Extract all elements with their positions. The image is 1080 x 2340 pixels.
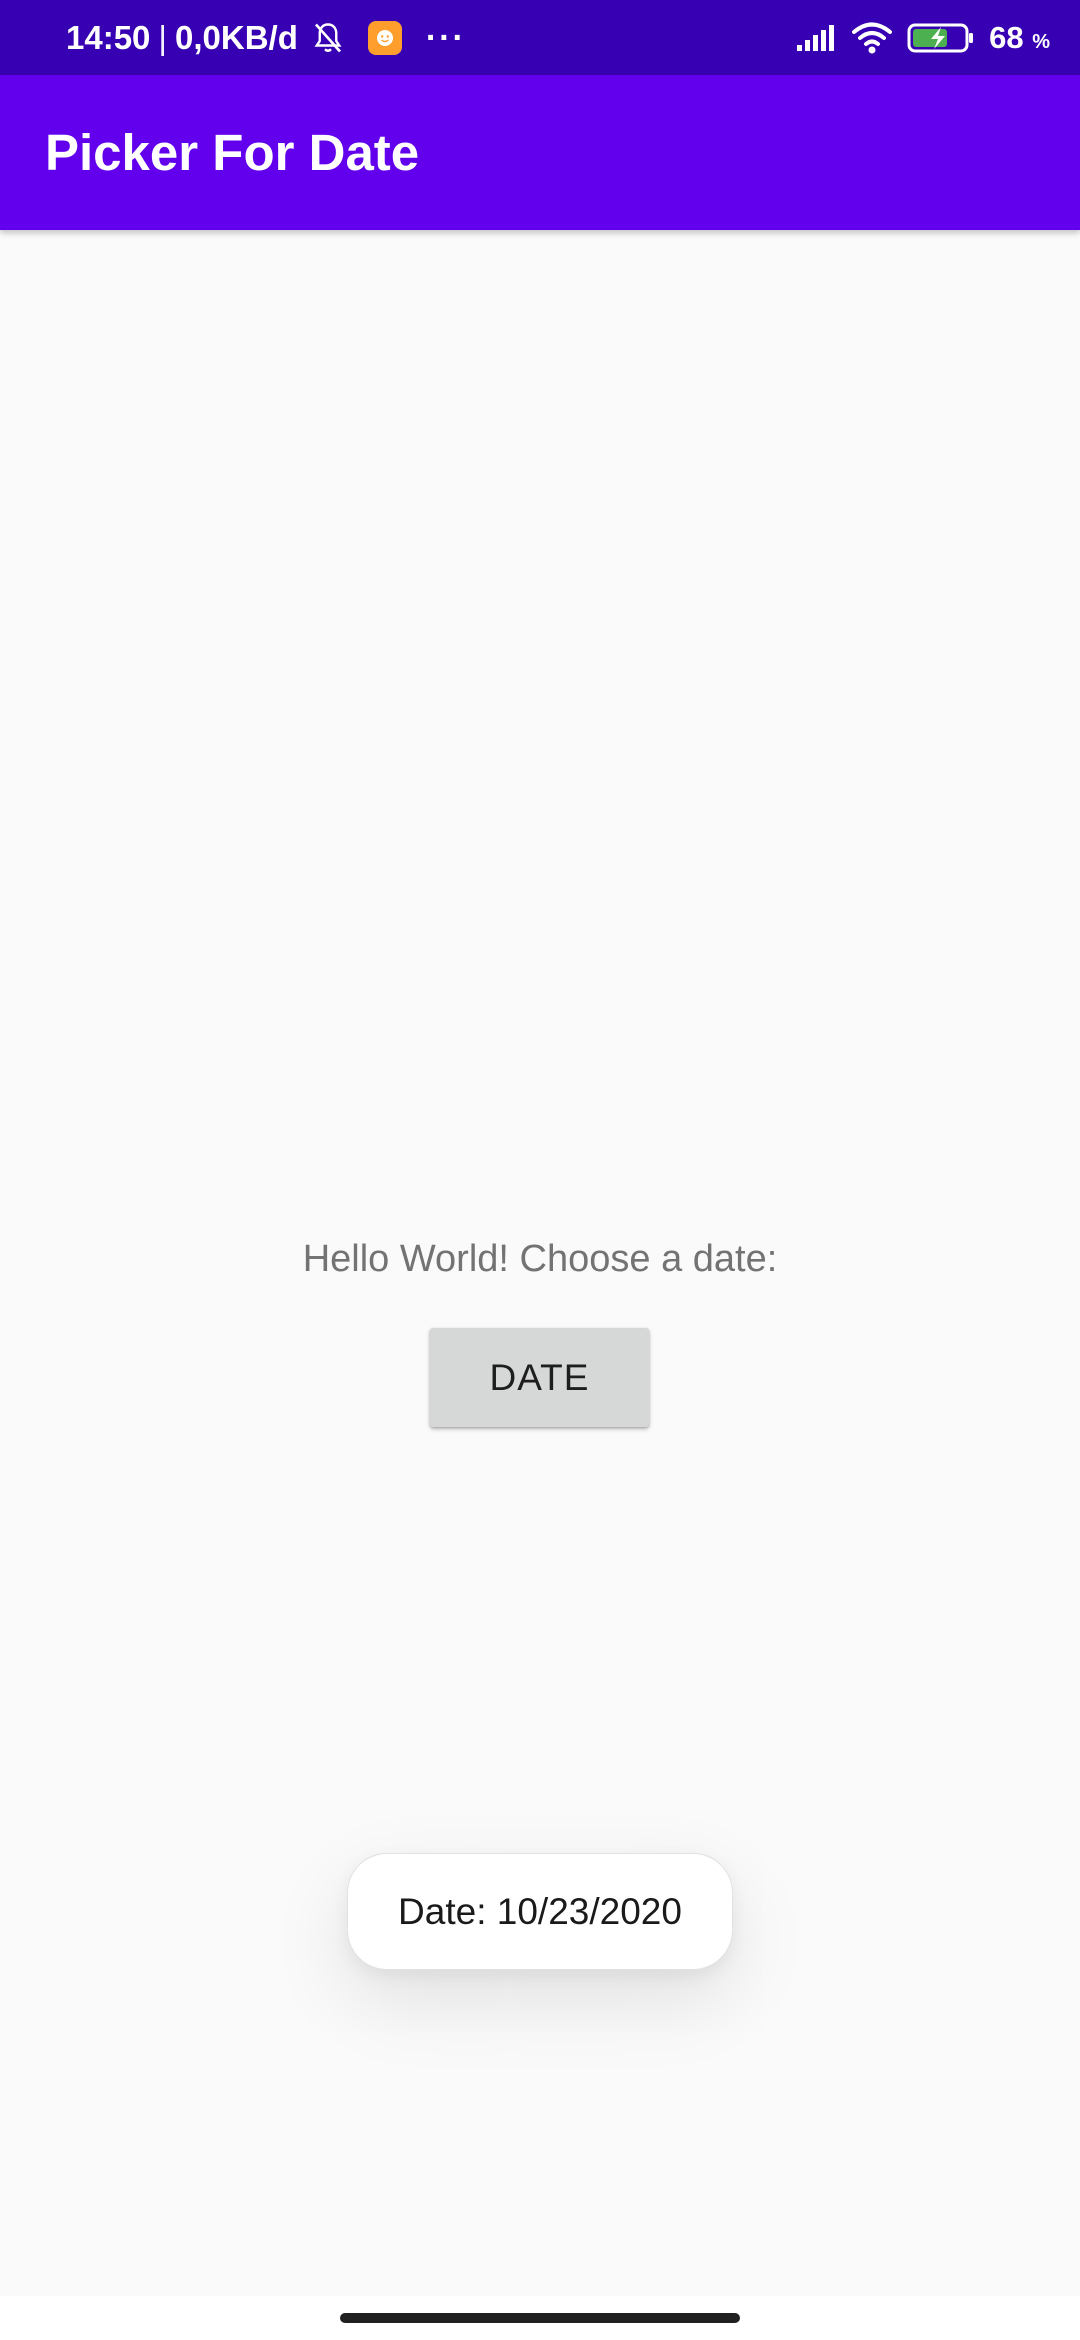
app-screen: 14:50 | 0,0KB/d ··· 68 % Picker For Date… xyxy=(0,0,1080,2340)
date-toast: Date: 10/23/2020 xyxy=(347,1853,733,1970)
toast-message: Date: 10/23/2020 xyxy=(398,1890,682,1932)
bell-off-icon xyxy=(314,22,342,52)
status-time: 14:50 xyxy=(66,18,151,56)
status-bar-right: 68 % xyxy=(795,0,1050,75)
signal-icon xyxy=(797,24,835,51)
wifi-icon xyxy=(852,22,893,53)
status-bar: 14:50 | 0,0KB/d ··· 68 % xyxy=(0,0,1080,75)
date-picker-button[interactable]: DATE xyxy=(430,1328,649,1427)
status-bar-left: 14:50 | 0,0KB/d ··· xyxy=(66,0,466,75)
app-notification-icon xyxy=(367,20,402,55)
battery-unit: % xyxy=(1032,30,1050,53)
date-prompt-text: Hello World! Choose a date: xyxy=(302,1238,778,1280)
more-notifications-icon: ··· xyxy=(425,18,466,57)
page-title: Picker For Date xyxy=(45,124,420,181)
status-separator: | xyxy=(158,18,167,56)
app-bar: Picker For Date xyxy=(0,75,1080,230)
smile-face-icon xyxy=(376,29,393,46)
status-data-rate: 0,0KB/d xyxy=(174,18,298,56)
battery-charging-icon xyxy=(907,23,974,52)
home-indicator[interactable] xyxy=(340,2313,740,2323)
battery-percent: 68 % xyxy=(989,19,1050,55)
